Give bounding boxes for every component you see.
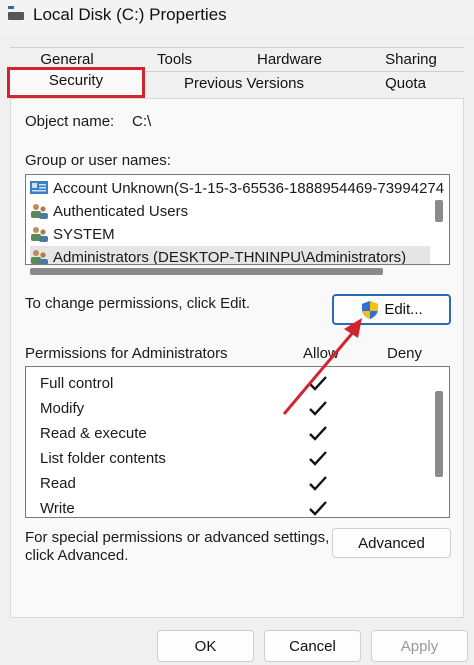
annotation-arrow [282,318,362,415]
